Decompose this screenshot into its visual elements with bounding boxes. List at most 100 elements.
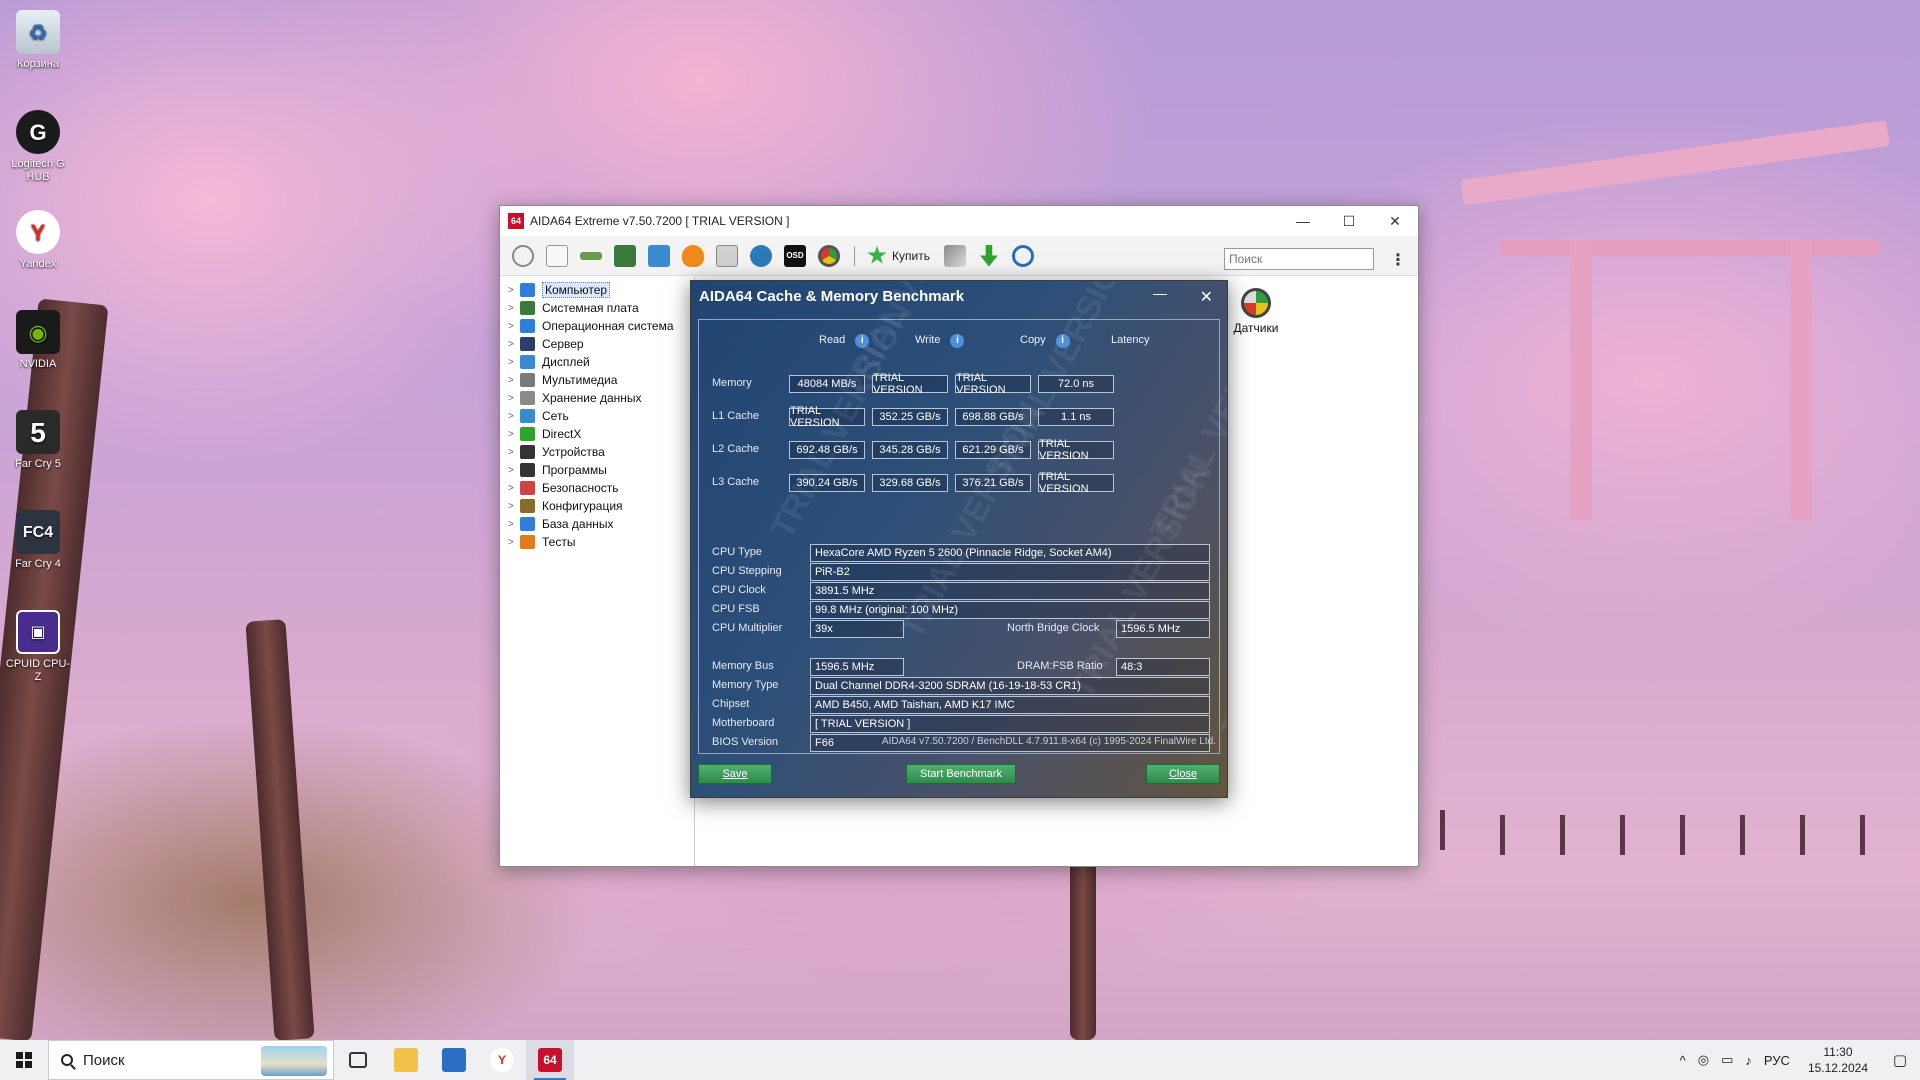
- tree-item-icon: [520, 427, 535, 441]
- expand-arrow-icon[interactable]: >: [508, 501, 520, 512]
- desktop-icon-logitech[interactable]: G Logitech G HUB: [4, 110, 72, 184]
- expand-arrow-icon[interactable]: >: [508, 357, 520, 368]
- logitech-g-icon: G: [16, 110, 60, 154]
- refresh-icon[interactable]: [512, 244, 534, 267]
- tree-item-icon: [520, 355, 535, 369]
- write-info-icon[interactable]: i: [950, 334, 965, 348]
- expand-arrow-icon[interactable]: >: [508, 321, 520, 332]
- search-icon[interactable]: [1011, 244, 1034, 267]
- copy-info-icon[interactable]: i: [1055, 334, 1070, 348]
- result-cell-write: TRIAL VERSION: [872, 372, 948, 396]
- maximize-button[interactable]: ☐: [1326, 206, 1372, 236]
- expand-arrow-icon[interactable]: >: [508, 393, 520, 404]
- tree-item-icon: [520, 463, 535, 477]
- expand-arrow-icon[interactable]: >: [508, 411, 520, 422]
- tree-item-label: Мультимедиа: [542, 373, 618, 387]
- memory-bus-label: Memory Bus: [712, 660, 774, 672]
- tree-item[interactable]: > Мультимедиа: [500, 371, 694, 389]
- buy-button[interactable]: Купить: [867, 245, 930, 266]
- taskbar-explorer[interactable]: [382, 1040, 430, 1080]
- desktop-icon-cpu-z[interactable]: ▣ CPUID CPU-Z: [4, 610, 72, 684]
- result-cell-write: 352.25 GB/s: [872, 408, 948, 426]
- taskbar-store[interactable]: [430, 1040, 478, 1080]
- close-window-button[interactable]: ✕: [1372, 206, 1418, 236]
- expand-arrow-icon[interactable]: >: [508, 483, 520, 494]
- cpu-type-value: HexaCore AMD Ryzen 5 2600 (Pinnacle Ridg…: [810, 544, 1210, 562]
- row-label: L1 Cache: [712, 410, 760, 422]
- tree-item-label: Операционная система: [542, 319, 674, 333]
- language-indicator[interactable]: РУС: [1764, 1053, 1790, 1068]
- result-cell-read: 48084 MB/s: [789, 375, 865, 393]
- far-cry-4-icon: FC4: [16, 510, 60, 554]
- desktop-icon-far-cry-4[interactable]: FC4 Far Cry 4: [4, 510, 72, 571]
- chevron-up-icon[interactable]: ^: [1680, 1053, 1686, 1068]
- stress-test-icon[interactable]: [682, 244, 704, 267]
- tree-item[interactable]: > Хранение данных: [500, 389, 694, 407]
- expand-arrow-icon[interactable]: >: [508, 465, 520, 476]
- download-arrow-icon[interactable]: [980, 244, 998, 267]
- search-input[interactable]: [1224, 248, 1374, 270]
- save-button[interactable]: Save: [698, 764, 772, 784]
- tree-item[interactable]: > Устройства: [500, 443, 694, 461]
- task-view-button[interactable]: [334, 1040, 382, 1080]
- notification-icon[interactable]: ▢: [1880, 1040, 1920, 1080]
- close-button[interactable]: Close: [1146, 764, 1220, 784]
- tree-item[interactable]: > Дисплей: [500, 353, 694, 371]
- benchmark-title: AIDA64 Cache & Memory Benchmark: [699, 287, 965, 305]
- user-icon[interactable]: [750, 244, 772, 267]
- tree-item[interactable]: > DirectX: [500, 425, 694, 443]
- expand-arrow-icon[interactable]: >: [508, 375, 520, 386]
- start-benchmark-button[interactable]: Start Benchmark: [906, 764, 1016, 784]
- dialog-close-icon[interactable]: ✕: [1200, 287, 1213, 307]
- more-options-icon[interactable]: ⋮: [1390, 250, 1406, 270]
- tree-item[interactable]: > Операционная система: [500, 317, 694, 335]
- sensor-gauge-icon[interactable]: [818, 244, 840, 267]
- tree-item[interactable]: > Безопасность: [500, 479, 694, 497]
- clock[interactable]: 11:30 15.12.2024: [1808, 1044, 1868, 1076]
- sensors-item[interactable]: Датчики: [1230, 288, 1282, 335]
- tree-item-label: Тесты: [542, 535, 576, 549]
- taskbar-yandex[interactable]: Y: [478, 1040, 526, 1080]
- desktop-icon-far-cry-5[interactable]: 5 Far Cry 5: [4, 410, 72, 471]
- cpu-fsb-label: CPU FSB: [712, 603, 760, 615]
- taskbar-aida64[interactable]: 64: [526, 1040, 574, 1080]
- result-cell-latency: TRIAL VERSION: [1038, 471, 1114, 495]
- expand-arrow-icon[interactable]: >: [508, 519, 520, 530]
- cpu-stepping-label: CPU Stepping: [712, 565, 782, 577]
- osd-icon[interactable]: OSD: [784, 244, 806, 267]
- start-button[interactable]: [0, 1040, 48, 1080]
- tree-item[interactable]: > Компьютер: [500, 281, 694, 299]
- tree-item[interactable]: > Конфигурация: [500, 497, 694, 515]
- title-bar: 64 AIDA64 Extreme v7.50.7200 [ TRIAL VER…: [500, 206, 1418, 236]
- result-cell-copy: TRIAL VERSION: [955, 372, 1031, 396]
- expand-arrow-icon[interactable]: >: [508, 285, 520, 296]
- expand-arrow-icon[interactable]: >: [508, 537, 520, 548]
- tree-item[interactable]: > Сервер: [500, 335, 694, 353]
- desktop-icon-nvidia[interactable]: ◉ NVIDIA: [4, 310, 72, 371]
- network-icon[interactable]: ▭: [1721, 1052, 1733, 1068]
- desktop-icon-yandex[interactable]: Y Yandex: [4, 210, 72, 271]
- tree-item[interactable]: > Сеть: [500, 407, 694, 425]
- expand-arrow-icon[interactable]: >: [508, 303, 520, 314]
- desktop-icon-recycle-bin[interactable]: ♻ Корзина: [4, 10, 72, 71]
- expand-arrow-icon[interactable]: >: [508, 429, 520, 440]
- motherboard-icon[interactable]: [580, 251, 602, 260]
- taskbar-search[interactable]: Поиск: [48, 1040, 334, 1080]
- memory-icon[interactable]: [614, 244, 636, 267]
- expand-arrow-icon[interactable]: >: [508, 339, 520, 350]
- expand-arrow-icon[interactable]: >: [508, 447, 520, 458]
- tree-item[interactable]: > Системная плата: [500, 299, 694, 317]
- network-icon[interactable]: [648, 244, 670, 267]
- camera-icon[interactable]: ◎: [1698, 1052, 1709, 1068]
- benchmark-icon[interactable]: [716, 244, 738, 267]
- tree-item[interactable]: > Программы: [500, 461, 694, 479]
- tree-item[interactable]: > База данных: [500, 515, 694, 533]
- volume-icon[interactable]: ♪: [1745, 1053, 1752, 1068]
- tools-icon[interactable]: [943, 244, 966, 267]
- tree-item[interactable]: > Тесты: [500, 533, 694, 551]
- minimize-button[interactable]: —: [1280, 206, 1326, 236]
- report-icon[interactable]: [546, 244, 568, 267]
- tree-item-label: Сеть: [542, 409, 569, 423]
- dialog-minimize-button[interactable]: —: [1153, 285, 1167, 301]
- read-info-icon[interactable]: i: [855, 334, 870, 348]
